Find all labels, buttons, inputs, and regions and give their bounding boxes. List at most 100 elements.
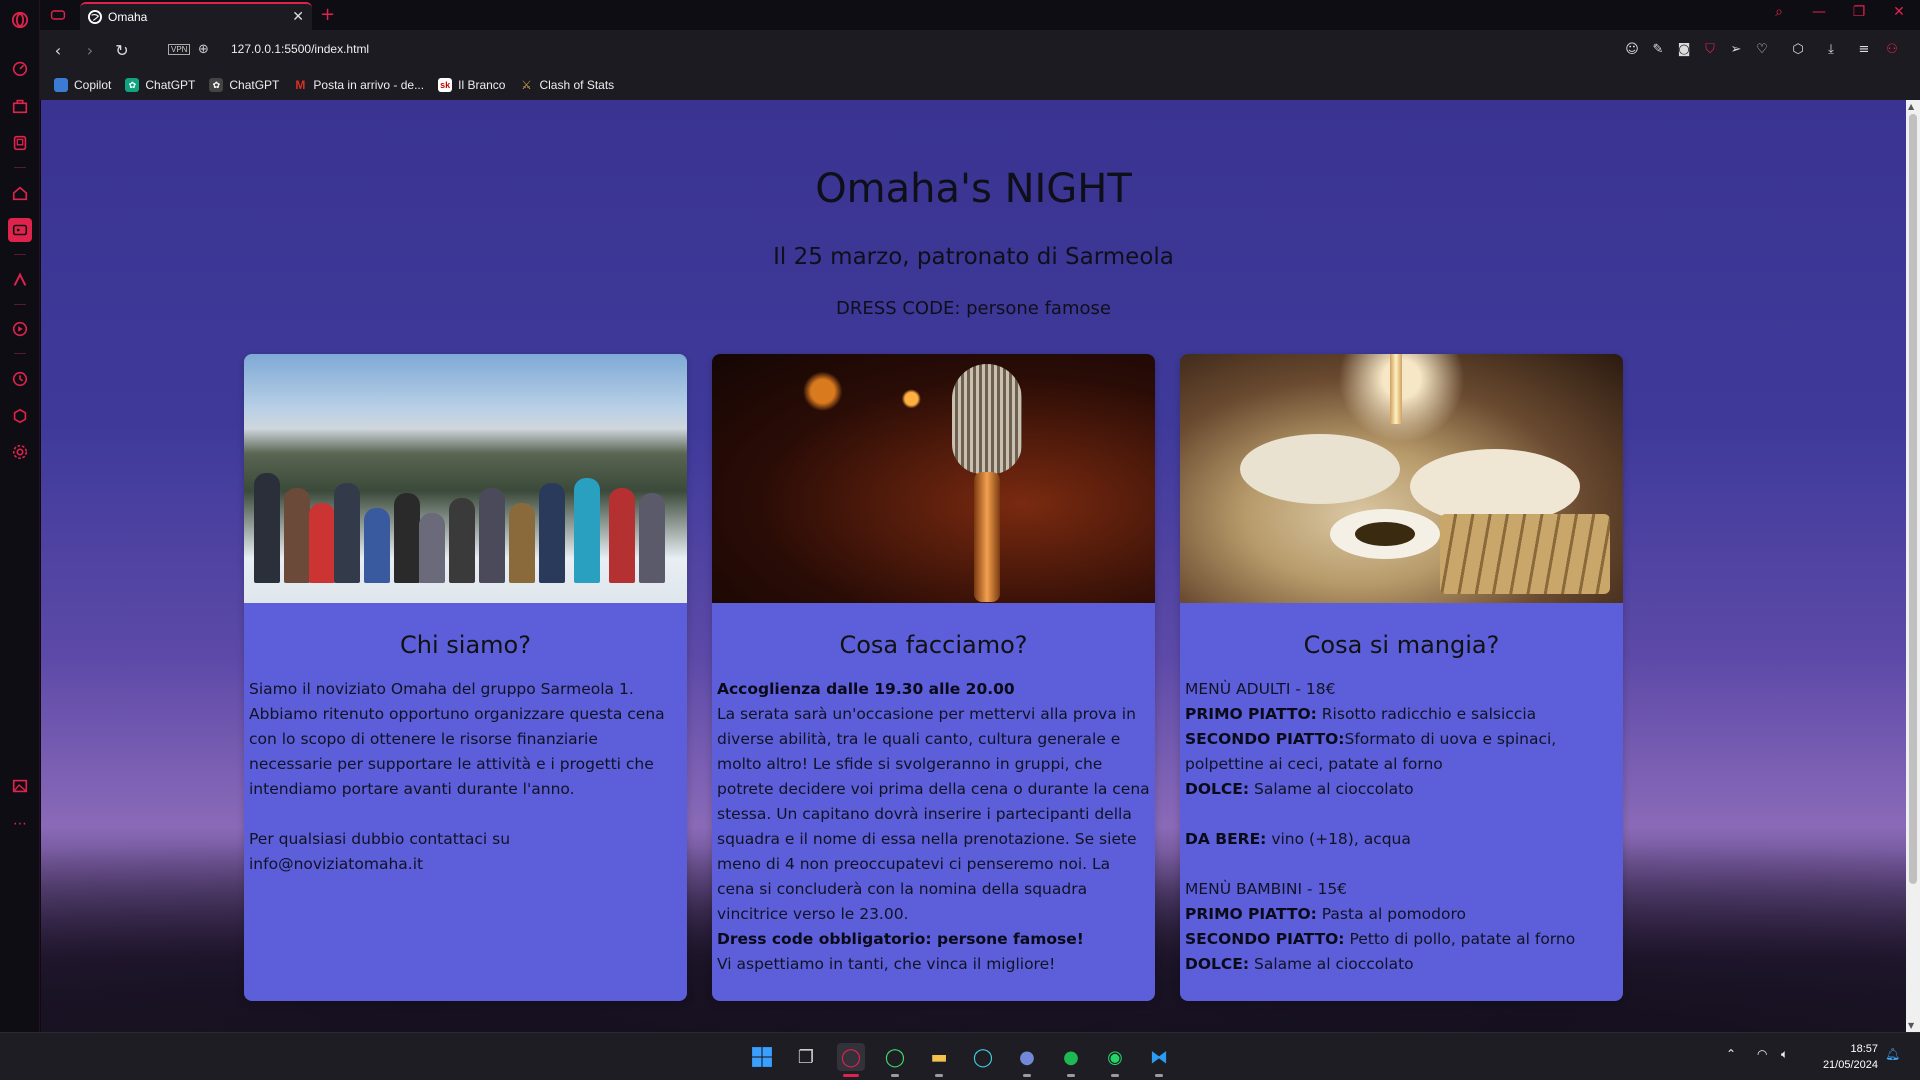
- sidebar-divider: [14, 353, 26, 354]
- close-window-icon[interactable]: ✕: [1887, 4, 1911, 20]
- opera-air-icon[interactable]: ◯: [969, 1043, 997, 1071]
- chatgpt-icon: ✿: [125, 78, 140, 92]
- emoji-icon[interactable]: ☺: [1623, 40, 1641, 58]
- bookmark-label: Copilot: [74, 78, 112, 92]
- discord-icon[interactable]: ●: [1013, 1043, 1041, 1077]
- snapshot-icon[interactable]: ◙: [1675, 40, 1693, 58]
- extensions-icon[interactable]: ⬡: [1789, 40, 1807, 58]
- speed-dial-icon[interactable]: [8, 56, 32, 80]
- bookmark-label: Clash of Stats: [539, 78, 615, 92]
- web-page: Omaha's NIGHT Il 25 marzo, patronato di …: [41, 100, 1920, 1032]
- forward-icon[interactable]: ›: [80, 40, 100, 60]
- edit-icon[interactable]: ✎: [1649, 40, 1667, 58]
- page-title: Omaha's NIGHT: [815, 166, 1132, 212]
- bookmark-label: Il Branco: [458, 78, 506, 92]
- task-view-icon[interactable]: ❐: [792, 1043, 820, 1071]
- system-clock[interactable]: 18:57 21/05/2024: [1823, 1041, 1878, 1073]
- card-body: Siamo il noviziato Omaha del gruppo Sarm…: [244, 659, 687, 877]
- opera-gx-taskbar-icon[interactable]: ◯: [837, 1043, 865, 1077]
- url-field[interactable]: 127.0.0.1:5500/index.html: [231, 42, 369, 56]
- microphone-head: [952, 364, 1022, 474]
- bookmark-gmail[interactable]: M Posta in arrivo - de...: [293, 78, 424, 92]
- back-icon[interactable]: ‹: [48, 40, 68, 60]
- card-contact: Per qualsiasi dubbio contattaci su info@…: [249, 830, 511, 873]
- heart-icon[interactable]: ♡: [1753, 40, 1771, 58]
- game-icon[interactable]: [8, 131, 32, 155]
- scroll-up-icon[interactable]: ▲: [1908, 102, 1914, 111]
- aria-icon[interactable]: [8, 268, 32, 292]
- scroll-down-icon[interactable]: ▼: [1908, 1021, 1914, 1030]
- card-cosa-si-mangia: Cosa si mangia? MENÙ ADULTI - 18€ PRIMO …: [1180, 354, 1623, 1001]
- food-image: [1180, 354, 1623, 603]
- adult-menu-title: MENÙ ADULTI - 18€: [1185, 680, 1336, 698]
- close-tab-icon[interactable]: ✕: [292, 9, 304, 25]
- volume-icon[interactable]: 🔈︎: [1781, 1047, 1788, 1062]
- gx-control-icon[interactable]: [8, 218, 32, 242]
- bookmark-chatgpt-2[interactable]: ✿ ChatGPT: [209, 78, 279, 92]
- minimize-icon[interactable]: —: [1807, 4, 1831, 20]
- bookmark-label: ChatGPT: [229, 78, 280, 92]
- reload-icon[interactable]: ↻: [112, 40, 132, 60]
- home-icon[interactable]: [8, 181, 32, 205]
- settings-gear-icon[interactable]: [8, 440, 32, 464]
- new-tab-icon[interactable]: +: [320, 4, 335, 25]
- wifi-icon[interactable]: ◠: [1757, 1047, 1767, 1061]
- browser-sidebar: ⋯: [0, 0, 40, 1032]
- bookmark-il-branco[interactable]: sk Il Branco: [438, 78, 505, 92]
- site-info-icon[interactable]: ⊕: [198, 42, 212, 57]
- sk-icon: sk: [438, 78, 453, 92]
- plate: [1240, 434, 1400, 504]
- shop-icon[interactable]: [8, 94, 32, 118]
- extensions-cube-icon[interactable]: [8, 404, 32, 428]
- opera-logo-icon[interactable]: [8, 8, 32, 32]
- sidebar-divider: [14, 304, 26, 305]
- player-icon[interactable]: [8, 317, 32, 341]
- windows-taskbar: ❐ ◯ ◯ ▬ ◯ ● ● ◉ ⧓ ⌃ ◠ 🔈︎ 18:57 21/05/202…: [0, 1032, 1920, 1080]
- address-bar: ‹ › ↻ VPN ⊕ 127.0.0.1:5500/index.html ☺ …: [40, 30, 1920, 70]
- send-icon[interactable]: ➢: [1727, 40, 1745, 58]
- group-people-illustration: [254, 463, 677, 583]
- spotify-icon[interactable]: ●: [1057, 1043, 1085, 1077]
- profile-icon[interactable]: ⚇: [1883, 40, 1901, 58]
- tab-omaha[interactable]: Omaha ✕: [80, 2, 312, 30]
- whatsapp-icon[interactable]: ◉: [1101, 1043, 1129, 1077]
- adblock-shield-icon[interactable]: ⛉: [1701, 40, 1719, 58]
- more-options-icon[interactable]: ⋯: [8, 812, 32, 836]
- card-cosa-facciamo: Cosa facciamo? Accoglienza dalle 19.30 a…: [712, 354, 1155, 1001]
- bookmark-chatgpt[interactable]: ✿ ChatGPT: [125, 78, 195, 92]
- vscode-icon[interactable]: ⧓: [1145, 1043, 1173, 1077]
- scrollbar-thumb[interactable]: [1909, 114, 1917, 884]
- card-paragraph: La serata sarà un'occasione per mettervi…: [717, 705, 1150, 923]
- file-explorer-icon[interactable]: ▬: [925, 1043, 953, 1077]
- card-closing: Vi aspettiamo in tanti, che vinca il mig…: [717, 955, 1056, 973]
- bookmark-copilot[interactable]: Copilot: [54, 78, 111, 92]
- sidebar-divider: [14, 254, 26, 255]
- gx-workspace-icon[interactable]: [48, 6, 68, 24]
- clock-time: 18:57: [1850, 1043, 1878, 1055]
- history-icon[interactable]: [8, 367, 32, 391]
- globe-favicon-icon: [88, 10, 102, 24]
- focaccia: [1440, 514, 1610, 594]
- windows-start-icon[interactable]: [748, 1043, 776, 1071]
- card-chi-siamo: Chi siamo? Siamo il noviziato Omaha del …: [244, 354, 687, 1001]
- easy-setup-icon[interactable]: ≡: [1855, 40, 1873, 58]
- copilot-icon: [54, 78, 68, 92]
- card-paragraph: Siamo il noviziato Omaha del gruppo Sarm…: [249, 680, 665, 798]
- opera-gx-green-icon[interactable]: ◯: [881, 1043, 909, 1077]
- page-scrollbar[interactable]: ▲ ▼: [1906, 100, 1920, 1032]
- wallpaper-icon[interactable]: [8, 774, 32, 798]
- vpn-badge[interactable]: VPN: [168, 44, 191, 55]
- bookmarks-bar: Copilot ✿ ChatGPT ✿ ChatGPT M Posta in arri…: [40, 70, 1920, 100]
- search-tabs-icon[interactable]: ⌕: [1767, 4, 1791, 20]
- notification-bell-icon[interactable]: 🔔︎: [1885, 1047, 1900, 1061]
- clash-icon: ⚔: [521, 78, 532, 92]
- card-heading: Cosa si mangia?: [1303, 631, 1500, 659]
- tray-chevron-icon[interactable]: ⌃: [1726, 1047, 1736, 1061]
- download-icon[interactable]: ⤓: [1822, 40, 1840, 58]
- card-body: Accoglienza dalle 19.30 alle 20.00 La se…: [712, 659, 1155, 977]
- restore-icon[interactable]: ❐: [1847, 4, 1871, 20]
- menu-line: SECONDO PIATTO: Petto di pollo, patate a…: [1185, 930, 1576, 948]
- dress-code-text: DRESS CODE: persone famose: [836, 298, 1111, 319]
- page-subtitle: Il 25 marzo, patronato di Sarmeola: [773, 244, 1174, 270]
- bookmark-clash-of-stats[interactable]: ⚔ Clash of Stats: [519, 78, 614, 92]
